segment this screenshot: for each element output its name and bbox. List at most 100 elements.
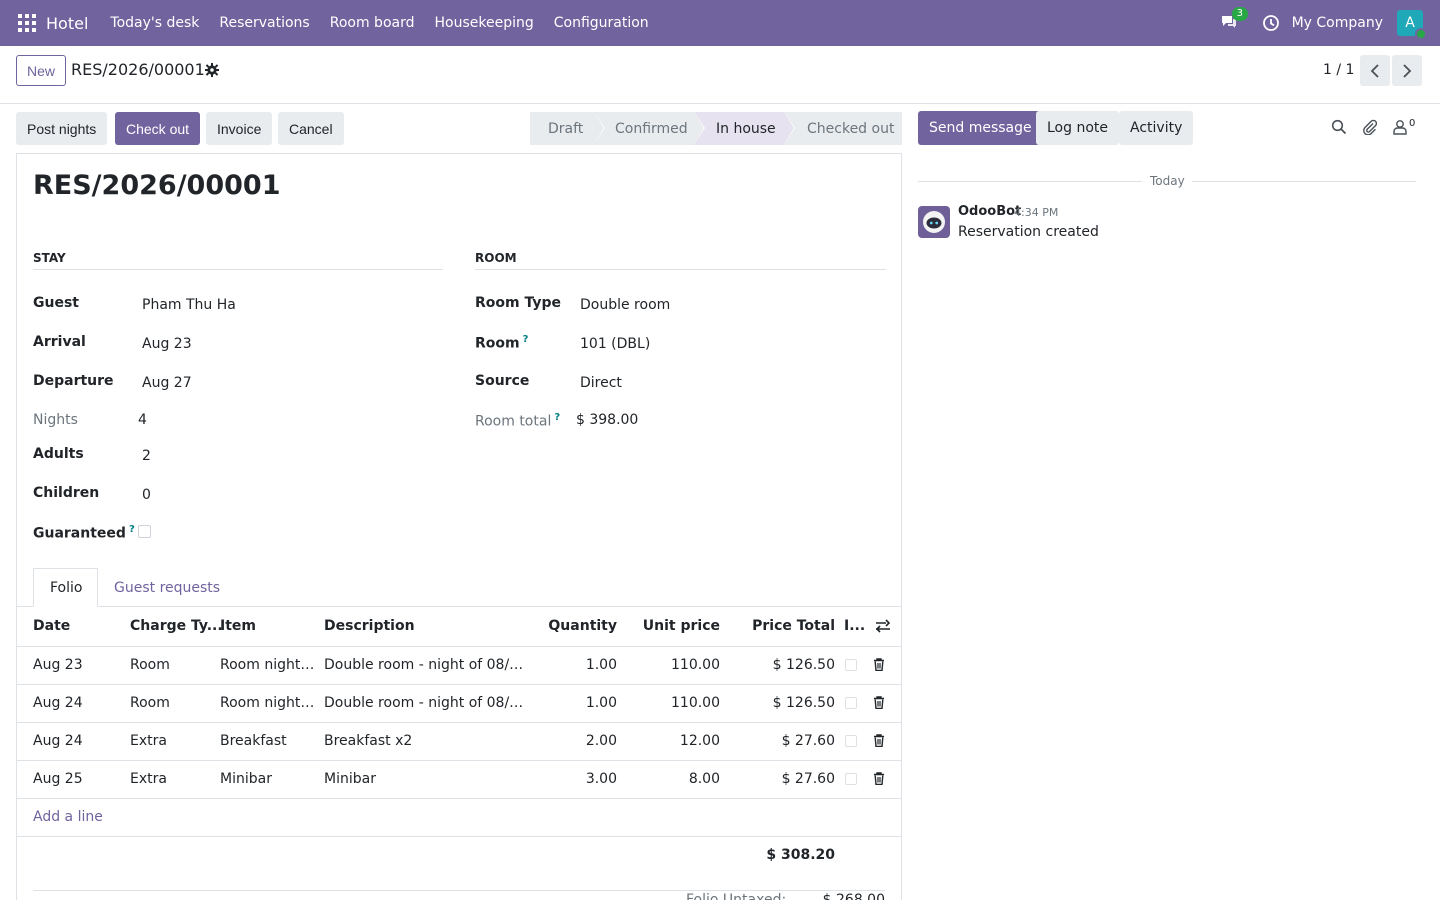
row-4-unit-price[interactable]: 8.00 (630, 771, 720, 787)
menu-reservations[interactable]: Reservations (219, 15, 309, 31)
departure-field[interactable]: Aug 27 (142, 375, 192, 391)
adults-field[interactable]: 2 (142, 448, 151, 464)
row-4-quantity[interactable]: 3.00 (540, 771, 617, 787)
optional-columns-icon[interactable] (875, 619, 891, 633)
row-3-description[interactable]: Breakfast x2 (324, 733, 524, 749)
row-4-description[interactable]: Minibar (324, 771, 524, 787)
table-header-divider (17, 646, 901, 647)
source-field[interactable]: Direct (580, 375, 622, 391)
room-field[interactable]: 101 (DBL) (580, 336, 650, 352)
row-4-delete-icon[interactable] (873, 772, 885, 786)
log-note-button[interactable]: Log note (1036, 111, 1119, 145)
row-2-item[interactable]: Room night ... (220, 695, 315, 711)
new-button[interactable]: New (16, 55, 67, 86)
row-2-description[interactable]: Double room - night of 08/2... (324, 695, 524, 711)
guaranteed-checkbox[interactable] (138, 525, 151, 538)
messaging-icon[interactable]: 3 (1220, 7, 1248, 33)
col-unit-price[interactable]: Unit price (630, 618, 720, 634)
row-1-quantity[interactable]: 1.00 (540, 657, 617, 673)
stage-in-house[interactable]: In house (694, 112, 795, 145)
stage-checked-out[interactable]: Checked out (784, 112, 902, 145)
search-icon[interactable] (1331, 119, 1349, 137)
row-3-date[interactable]: Aug 24 (33, 733, 83, 749)
col-invoiced[interactable]: I... (844, 618, 865, 634)
stage-confirmed-label: Confirmed (615, 120, 688, 137)
stage-confirmed[interactable]: Confirmed (594, 112, 705, 145)
user-status-dot (1415, 28, 1427, 40)
children-label: Children (33, 485, 100, 501)
row-2-delete-icon[interactable] (873, 696, 885, 710)
row-1-item[interactable]: Room night ... (220, 657, 315, 673)
tab-guest-requests[interactable]: Guest requests (98, 568, 236, 607)
row-4-total: $ 27.60 (781, 771, 835, 787)
row-3-delete-icon[interactable] (873, 734, 885, 748)
guest-field[interactable]: Pham Thu Ha (142, 297, 236, 313)
send-message-button[interactable]: Send message (918, 111, 1043, 145)
row-1-type[interactable]: Room (130, 657, 215, 673)
row-4-date[interactable]: Aug 25 (33, 771, 83, 787)
stage-draft[interactable]: Draft (530, 112, 605, 145)
row-3-item[interactable]: Breakfast (220, 733, 315, 749)
folio-untaxed-value: $ 268.00 (822, 892, 885, 900)
message-author[interactable]: OdooBot (958, 204, 1021, 219)
row-1-date[interactable]: Aug 23 (33, 657, 83, 673)
row-2-date[interactable]: Aug 24 (33, 695, 83, 711)
invoice-button[interactable]: Invoice (206, 112, 273, 145)
row-2-invoiced-checkbox[interactable] (845, 697, 857, 709)
odoobot-avatar[interactable] (918, 206, 950, 238)
folio-untaxed-label: Folio Untaxed: (686, 892, 787, 900)
row-4-item[interactable]: Minibar (220, 771, 315, 787)
col-date[interactable]: Date (33, 618, 70, 634)
post-nights-button[interactable]: Post nights (16, 112, 108, 145)
row-4-invoiced-checkbox[interactable] (845, 773, 857, 785)
room-type-field[interactable]: Double room (580, 297, 670, 313)
stage-in-house-label: In house (716, 120, 776, 137)
apps-menu-icon[interactable] (18, 14, 36, 32)
row-1-description[interactable]: Double room - night of 08/2... (324, 657, 524, 673)
row-1-unit-price[interactable]: 110.00 (630, 657, 720, 673)
room-label: Room? (475, 334, 529, 352)
menu-room-board[interactable]: Room board (330, 15, 415, 31)
row-3-invoiced-checkbox[interactable] (845, 735, 857, 747)
app-brand[interactable]: Hotel (46, 14, 88, 33)
activity-button[interactable]: Activity (1119, 111, 1194, 145)
status-bar: Draft Confirmed In house Checked out (530, 112, 902, 145)
gear-icon[interactable] (205, 63, 219, 77)
col-charge-type[interactable]: Charge Ty... (130, 618, 223, 634)
pager-previous-button[interactable] (1360, 55, 1390, 86)
row-3-unit-price[interactable]: 12.00 (630, 733, 720, 749)
col-price-total[interactable]: Price Total (735, 618, 835, 634)
row-2-quantity[interactable]: 1.00 (540, 695, 617, 711)
row-1-invoiced-checkbox[interactable] (845, 659, 857, 671)
chevron-right-icon (1403, 63, 1412, 78)
col-item[interactable]: Item (220, 618, 256, 634)
row-3-quantity[interactable]: 2.00 (540, 733, 617, 749)
message-body: Reservation created (958, 224, 1099, 240)
col-quantity[interactable]: Quantity (540, 618, 617, 634)
record-title: RES/2026/00001 (33, 170, 281, 201)
row-4-type[interactable]: Extra (130, 771, 215, 787)
check-out-button[interactable]: Check out (115, 112, 201, 145)
activity-clock-icon[interactable] (1262, 14, 1280, 32)
stay-group-title: Stay (33, 251, 66, 265)
add-line-link[interactable]: Add a line (33, 809, 103, 825)
user-avatar[interactable]: A (1397, 10, 1427, 40)
cancel-button[interactable]: Cancel (278, 112, 344, 145)
stay-group-divider (33, 269, 443, 270)
row-1-delete-icon[interactable] (873, 658, 885, 672)
children-field[interactable]: 0 (142, 487, 151, 503)
pager-value[interactable]: 1 / 1 (1323, 62, 1354, 78)
paperclip-icon[interactable] (1362, 119, 1380, 137)
pager-next-button[interactable] (1392, 55, 1422, 86)
col-description[interactable]: Description (324, 618, 415, 634)
stage-checked-out-label: Checked out (807, 120, 895, 137)
arrival-field[interactable]: Aug 23 (142, 336, 192, 352)
row-2-unit-price[interactable]: 110.00 (630, 695, 720, 711)
row-3-type[interactable]: Extra (130, 733, 215, 749)
menu-housekeeping[interactable]: Housekeeping (434, 15, 533, 31)
company-switcher[interactable]: My Company (1292, 15, 1383, 31)
menu-todays-desk[interactable]: Today's desk (110, 15, 199, 31)
row-2-type[interactable]: Room (130, 695, 215, 711)
menu-configuration[interactable]: Configuration (554, 15, 649, 31)
tab-folio[interactable]: Folio (33, 568, 98, 607)
